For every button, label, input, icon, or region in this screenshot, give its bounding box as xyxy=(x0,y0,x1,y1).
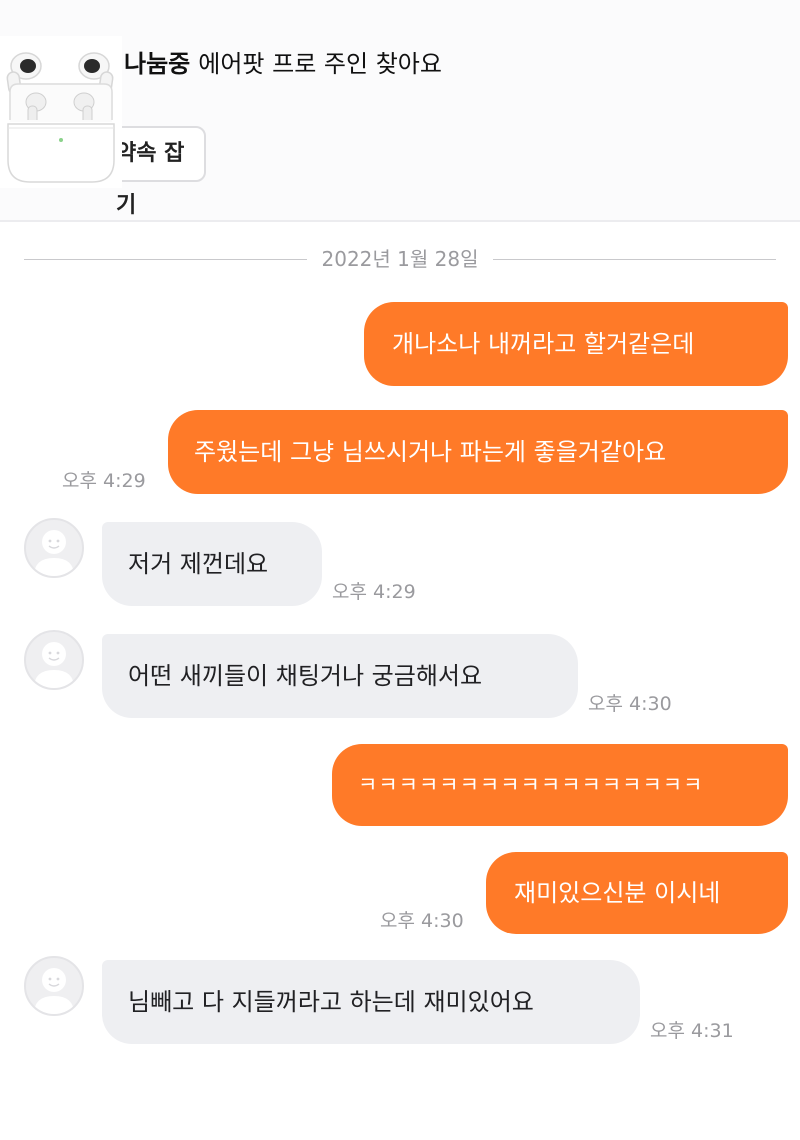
message-text: 개나소나 내꺼라고 할거같은데 xyxy=(392,330,695,358)
message-timestamp: 오후 4:30 xyxy=(380,910,464,932)
default-user-avatar-icon xyxy=(34,968,74,1014)
message-bubble-received[interactable]: 님빼고 다 지들꺼라고 하는데 재미있어요 xyxy=(102,960,640,1044)
date-divider: 2022년 1월 28일 xyxy=(24,244,776,274)
airpods-case-icon xyxy=(7,120,115,183)
product-title-row[interactable]: 나눔중 에어팟 프로 주인 찾아요 xyxy=(124,47,442,81)
avatar[interactable] xyxy=(24,630,84,690)
message-text: 어떤 새끼들이 채팅거나 궁금해서요 xyxy=(128,662,483,690)
message-bubble-sent[interactable]: 재미있으신분 이시네 xyxy=(486,852,788,934)
avatar[interactable] xyxy=(24,956,84,1016)
chat-product-header: 나눔중 에어팟 프로 주인 찾아요 약속 잡기 xyxy=(0,0,800,222)
message-text: 재미있으신분 이시네 xyxy=(514,879,721,907)
message-timestamp: 오후 4:29 xyxy=(62,470,146,492)
message-timestamp: 오후 4:30 xyxy=(588,693,672,715)
default-user-avatar-icon xyxy=(34,642,74,688)
date-divider-text: 2022년 1월 28일 xyxy=(321,247,479,271)
message-timestamp: 오후 4:29 xyxy=(332,581,416,603)
default-user-avatar-icon xyxy=(34,530,74,576)
message-bubble-received[interactable]: 어떤 새끼들이 채팅거나 궁금해서요 xyxy=(102,634,578,718)
thumbnail-overlap xyxy=(0,120,122,188)
message-timestamp: 오후 4:31 xyxy=(650,1020,734,1042)
divider-line-left xyxy=(24,259,307,260)
product-title: 에어팟 프로 주인 찾아요 xyxy=(198,50,442,78)
product-status-badge: 나눔중 xyxy=(124,50,191,78)
message-text: 저거 제껀데요 xyxy=(128,550,269,578)
avatar[interactable] xyxy=(24,518,84,578)
message-bubble-sent[interactable]: ㅋㅋㅋㅋㅋㅋㅋㅋㅋㅋㅋㅋㅋㅋㅋㅋㅋ xyxy=(332,744,788,826)
message-text: 님빼고 다 지들꺼라고 하는데 재미있어요 xyxy=(128,988,534,1016)
message-bubble-sent[interactable]: 주웠는데 그냥 님쓰시거나 파는게 좋을거같아요 xyxy=(168,410,788,494)
message-text: ㅋㅋㅋㅋㅋㅋㅋㅋㅋㅋㅋㅋㅋㅋㅋㅋㅋ xyxy=(358,773,704,797)
message-text: 주웠는데 그냥 님쓰시거나 파는게 좋을거같아요 xyxy=(194,438,667,466)
message-bubble-received[interactable]: 저거 제껀데요 xyxy=(102,522,322,606)
divider-line-right xyxy=(493,259,776,260)
message-bubble-sent[interactable]: 개나소나 내꺼라고 할거같은데 xyxy=(364,302,788,386)
